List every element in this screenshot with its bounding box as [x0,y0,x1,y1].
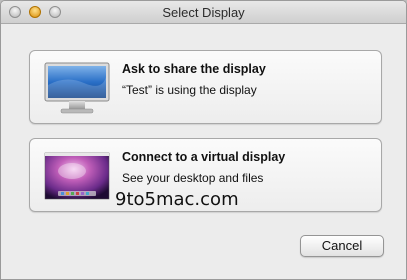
cancel-button[interactable]: Cancel [300,235,384,257]
window-title: Select Display [162,5,245,20]
desktop-wallpaper-icon [44,152,110,200]
option-title: Connect to a virtual display [122,150,286,164]
monitor-icon [44,62,110,114]
option-subtitle: “Test” is using the display [122,83,257,97]
option-subtitle: See your desktop and files [122,171,264,185]
option-title: Ask to share the display [122,62,266,76]
title-bar: Select Display [1,1,406,24]
ask-to-share-option[interactable]: Ask to share the display “Test” is using… [29,50,382,124]
watermark-text: 9to5mac.com [115,189,239,210]
select-display-dialog: Select Display Ask to share the display … [0,0,407,280]
